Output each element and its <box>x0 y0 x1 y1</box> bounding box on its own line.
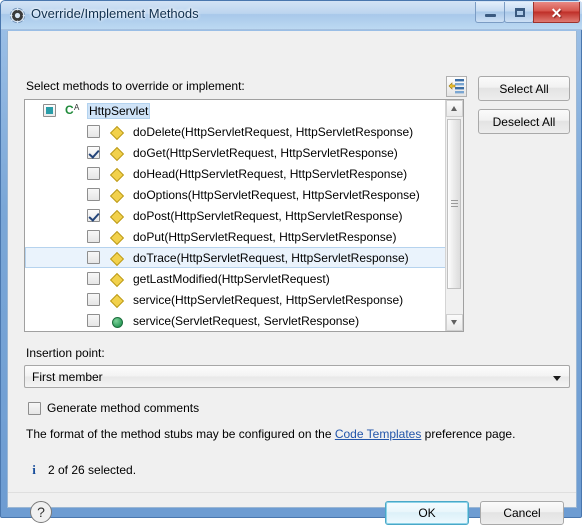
deselect-all-button[interactable]: Deselect All <box>478 109 570 134</box>
insertion-point-select[interactable]: First member <box>24 365 570 388</box>
row-checkbox[interactable] <box>87 293 100 306</box>
scrollbar-thumb[interactable] <box>447 119 461 289</box>
eclipse-gear-icon <box>9 7 26 24</box>
method-signature: doPost(HttpServletRequest, HttpServletRe… <box>133 208 403 223</box>
scrollbar-grip-icon <box>451 200 458 208</box>
table-row[interactable]: doPost(HttpServletRequest, HttpServletRe… <box>25 205 446 226</box>
table-row[interactable]: service(HttpServletRequest, HttpServletR… <box>25 289 446 310</box>
filter-glyph-icon <box>448 79 464 94</box>
title-bar: Override/Implement Methods ✕ <box>1 1 582 30</box>
window-title: Override/Implement Methods <box>31 6 199 21</box>
row-checkbox[interactable] <box>87 188 100 201</box>
protected-method-icon <box>109 292 125 308</box>
protected-method-icon <box>109 250 125 266</box>
maximize-icon <box>515 8 525 17</box>
row-checkbox[interactable] <box>87 251 100 264</box>
java-abstract-class-icon: CA <box>65 102 80 117</box>
method-signature: getLastModified(HttpServletRequest) <box>133 271 330 286</box>
insertion-point-value: First member <box>32 370 103 384</box>
protected-method-icon <box>109 229 125 245</box>
method-signature: service(ServletRequest, ServletResponse) <box>133 313 360 328</box>
table-row[interactable]: doPut(HttpServletRequest, HttpServletRes… <box>25 226 446 247</box>
method-signature: doTrace(HttpServletRequest, HttpServletR… <box>133 250 409 265</box>
method-signature: doDelete(HttpServletRequest, HttpServlet… <box>133 124 414 139</box>
dialog-content: Select methods to override or implement:… <box>8 31 576 525</box>
table-row[interactable]: service(ServletRequest, ServletResponse) <box>25 310 446 331</box>
generate-comments-checkbox[interactable] <box>28 401 41 415</box>
method-signature: doHead(HttpServletRequest, HttpServletRe… <box>133 166 408 181</box>
footer-divider <box>8 492 576 493</box>
method-signature: doOptions(HttpServletRequest, HttpServle… <box>133 187 420 202</box>
close-button[interactable]: ✕ <box>533 2 580 23</box>
protected-method-icon <box>109 145 125 161</box>
table-row[interactable]: getLastModified(HttpServletRequest) <box>25 268 446 289</box>
minimize-icon <box>485 14 496 17</box>
show-hide-filter-icon[interactable] <box>446 76 467 97</box>
table-row[interactable]: doGet(HttpServletRequest, HttpServletRes… <box>25 142 446 163</box>
window-controls: ✕ <box>475 2 580 24</box>
tree-vertical-scrollbar[interactable] <box>445 100 463 331</box>
table-row-focused[interactable]: doTrace(HttpServletRequest, HttpServletR… <box>25 247 446 268</box>
cancel-button[interactable]: Cancel <box>480 501 564 525</box>
row-checkbox[interactable] <box>87 146 100 159</box>
row-checkbox[interactable] <box>87 125 100 138</box>
protected-method-icon <box>109 166 125 182</box>
method-signature: service(HttpServletRequest, HttpServletR… <box>133 292 404 307</box>
scroll-up-button[interactable] <box>446 100 463 117</box>
select-all-button[interactable]: Select All <box>478 76 570 101</box>
ok-button[interactable]: OK <box>385 501 469 525</box>
row-checkbox[interactable] <box>87 209 100 222</box>
generate-comments-row[interactable]: Generate method comments <box>28 401 199 415</box>
close-icon: ✕ <box>550 5 563 21</box>
protected-method-icon <box>109 208 125 224</box>
dialog-window: Override/Implement Methods ✕ Select meth… <box>0 0 582 525</box>
help-button[interactable]: ? <box>30 501 52 523</box>
table-row[interactable]: doHead(HttpServletRequest, HttpServletRe… <box>25 163 446 184</box>
method-signature: doPut(HttpServletRequest, HttpServletRes… <box>133 229 397 244</box>
maximize-button[interactable] <box>504 2 534 23</box>
info-icon: i <box>32 462 36 477</box>
row-checkbox[interactable] <box>87 230 100 243</box>
code-templates-link[interactable]: Code Templates <box>335 427 422 441</box>
dialog-client-area: Select methods to override or implement:… <box>7 31 577 525</box>
status-text: 2 of 26 selected. <box>48 463 137 477</box>
generate-comments-label: Generate method comments <box>47 401 200 415</box>
hint-text-after: preference page. <box>421 427 516 441</box>
hint-text-before: The format of the method stubs may be co… <box>26 427 335 441</box>
scroll-down-button[interactable] <box>446 314 463 331</box>
code-templates-hint: The format of the method stubs may be co… <box>26 427 515 441</box>
instruction-label: Select methods to override or implement: <box>26 79 245 93</box>
insertion-point-label: Insertion point: <box>26 346 105 360</box>
methods-tree[interactable]: CA HttpServlet doDelete(HttpServletReque… <box>24 99 464 332</box>
root-label: HttpServlet <box>87 102 151 119</box>
methods-tree-rows: CA HttpServlet doDelete(HttpServletReque… <box>25 100 446 331</box>
protected-method-icon <box>109 271 125 287</box>
public-method-icon <box>109 313 125 329</box>
table-row[interactable]: doDelete(HttpServletRequest, HttpServlet… <box>25 121 446 142</box>
protected-method-icon <box>109 124 125 140</box>
root-checkbox[interactable] <box>43 104 56 117</box>
tree-row-root[interactable]: CA HttpServlet <box>25 100 446 121</box>
status-message: i 2 of 26 selected. <box>28 462 137 478</box>
chevron-down-icon[interactable] <box>553 376 561 381</box>
row-checkbox[interactable] <box>87 167 100 180</box>
method-signature: doGet(HttpServletRequest, HttpServletRes… <box>133 145 398 160</box>
protected-method-icon <box>109 187 125 203</box>
table-row[interactable]: doOptions(HttpServletRequest, HttpServle… <box>25 184 446 205</box>
row-checkbox[interactable] <box>87 314 100 327</box>
minimize-button[interactable] <box>475 2 505 23</box>
row-checkbox[interactable] <box>87 272 100 285</box>
